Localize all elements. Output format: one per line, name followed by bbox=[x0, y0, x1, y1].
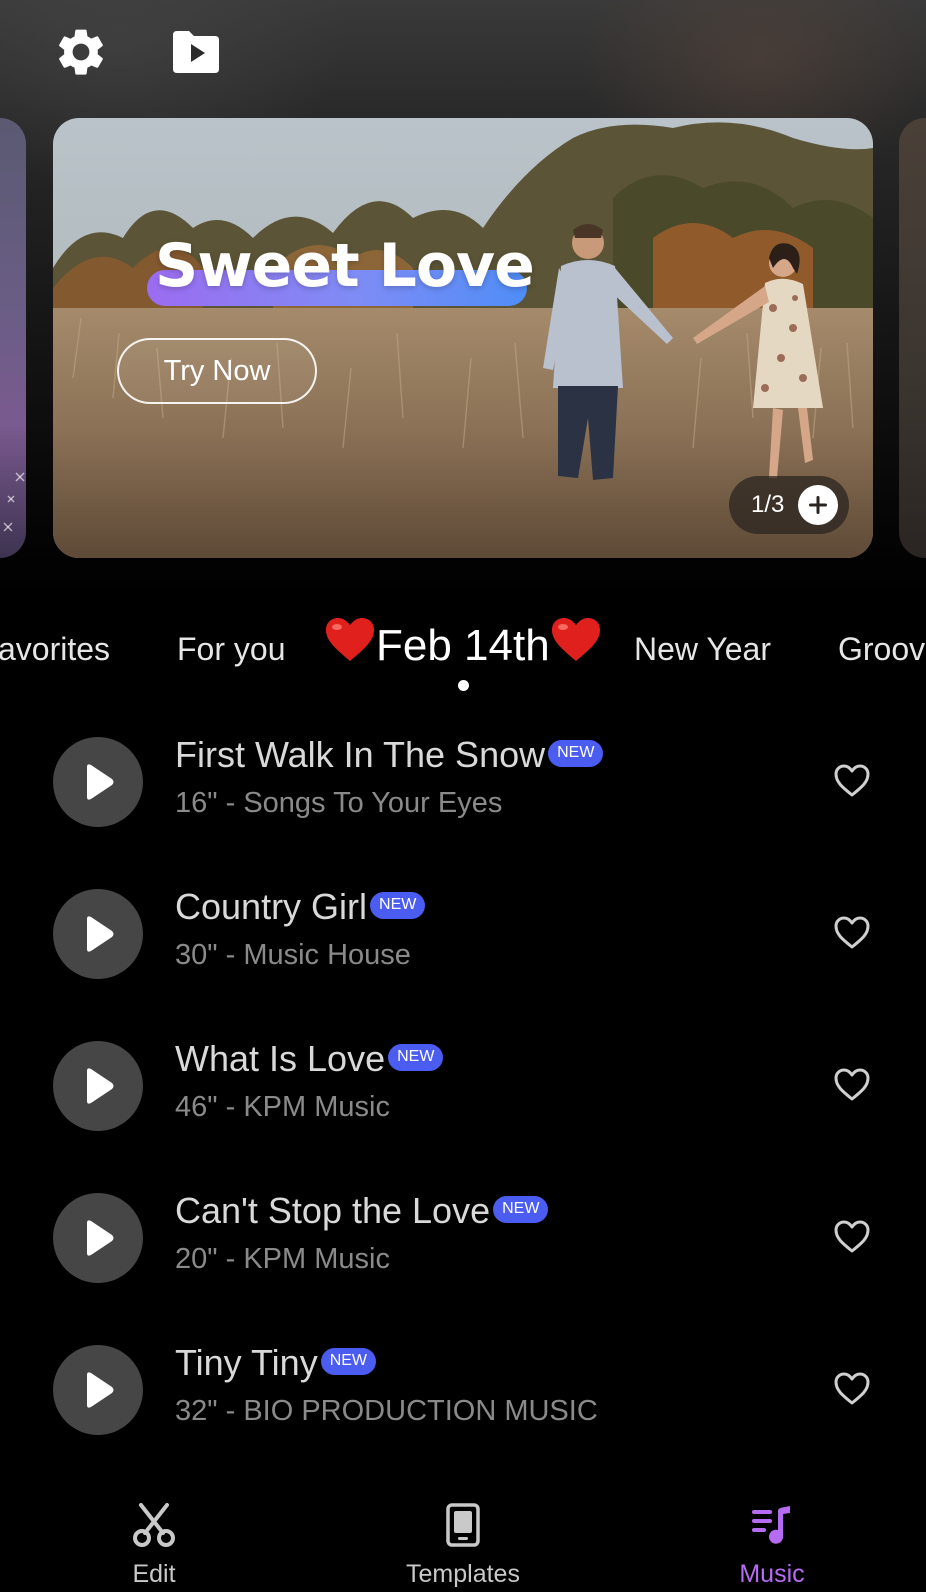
scissors-icon bbox=[129, 1500, 179, 1550]
play-button[interactable] bbox=[53, 889, 143, 979]
nav-templates[interactable]: Templates bbox=[363, 1470, 563, 1592]
new-badge: NEW bbox=[493, 1195, 549, 1223]
play-icon bbox=[87, 1068, 114, 1104]
heart-outline-icon bbox=[834, 1372, 870, 1405]
nav-templates-label: Templates bbox=[406, 1560, 520, 1588]
banner-title-group: Sweet Love bbox=[147, 226, 535, 316]
track-meta: 30" - Music House bbox=[175, 939, 411, 971]
red-heart-icon bbox=[550, 617, 602, 674]
music-note-icon bbox=[747, 1500, 797, 1550]
track-title: What Is Love bbox=[175, 1038, 386, 1079]
play-icon bbox=[87, 1220, 114, 1256]
track-meta: 32" - BIO PRODUCTION MUSIC bbox=[175, 1395, 598, 1427]
carousel-prev-card[interactable] bbox=[0, 118, 26, 558]
track-title-row: First Walk In The Snow NEW bbox=[175, 733, 604, 777]
nav-edit[interactable]: Edit bbox=[54, 1470, 254, 1592]
play-button[interactable] bbox=[53, 1041, 143, 1131]
track-title: Tiny Tiny bbox=[175, 1342, 318, 1383]
nav-music[interactable]: Music bbox=[672, 1470, 872, 1592]
play-icon bbox=[87, 916, 114, 952]
gear-icon bbox=[59, 29, 103, 75]
page-count: 1/3 bbox=[751, 491, 785, 518]
settings-button[interactable] bbox=[53, 24, 109, 80]
track-row[interactable]: Country Girl NEW 30" - Music House bbox=[0, 885, 926, 985]
tab-favorites[interactable]: avorites bbox=[0, 631, 110, 668]
track-title: First Walk In The Snow bbox=[175, 734, 546, 775]
heart-outline-icon bbox=[834, 916, 870, 949]
projects-button[interactable] bbox=[168, 24, 224, 80]
tab-feb-14th[interactable]: Feb 14th bbox=[324, 617, 602, 674]
sparkle-decoration bbox=[3, 472, 25, 532]
phone-template-icon bbox=[438, 1500, 488, 1550]
track-title-row: What Is Love NEW bbox=[175, 1037, 444, 1081]
carousel-next-card[interactable] bbox=[899, 118, 926, 558]
active-tab-indicator bbox=[458, 680, 469, 691]
play-icon bbox=[87, 764, 114, 800]
play-button[interactable] bbox=[53, 1193, 143, 1283]
banner-title: Sweet Love bbox=[155, 231, 535, 301]
red-heart-icon bbox=[324, 617, 376, 674]
plus-icon bbox=[798, 485, 838, 525]
track-row[interactable]: Can't Stop the Love NEW 20" - KPM Music bbox=[0, 1189, 926, 1289]
tab-new-year[interactable]: New Year bbox=[634, 631, 771, 668]
track-row[interactable]: What Is Love NEW 46" - KPM Music bbox=[0, 1037, 926, 1137]
tab-groovy[interactable]: Groov bbox=[838, 631, 925, 668]
track-meta: 20" - KPM Music bbox=[175, 1243, 390, 1275]
play-icon bbox=[87, 1372, 114, 1408]
new-badge: NEW bbox=[388, 1043, 444, 1071]
video-folder-icon bbox=[173, 31, 219, 73]
favorite-button[interactable] bbox=[828, 909, 876, 957]
track-row[interactable]: First Walk In The Snow NEW 16" - Songs T… bbox=[0, 733, 926, 833]
favorite-button[interactable] bbox=[828, 1213, 876, 1261]
track-title-row: Can't Stop the Love NEW bbox=[175, 1189, 549, 1233]
play-button[interactable] bbox=[53, 737, 143, 827]
try-now-button[interactable]: Try Now bbox=[117, 338, 317, 404]
banner-page-indicator[interactable]: 1/3 bbox=[729, 476, 849, 534]
track-meta: 46" - KPM Music bbox=[175, 1091, 390, 1123]
tab-for-you[interactable]: For you bbox=[177, 631, 285, 668]
track-title-row: Tiny Tiny NEW bbox=[175, 1341, 377, 1385]
new-badge: NEW bbox=[320, 1347, 377, 1375]
play-button[interactable] bbox=[53, 1345, 143, 1435]
track-title-row: Country Girl NEW bbox=[175, 885, 426, 929]
heart-outline-icon bbox=[834, 1068, 870, 1101]
bottom-navigation: Edit Templates Music bbox=[0, 1470, 926, 1592]
nav-edit-label: Edit bbox=[132, 1560, 176, 1588]
favorite-button[interactable] bbox=[828, 757, 876, 805]
tab-feb-14th-label: Feb 14th bbox=[376, 620, 550, 670]
favorite-button[interactable] bbox=[828, 1061, 876, 1109]
heart-outline-icon bbox=[834, 1220, 870, 1253]
track-title: Country Girl bbox=[175, 886, 368, 927]
track-title: Can't Stop the Love bbox=[175, 1190, 491, 1231]
track-meta: 16" - Songs To Your Eyes bbox=[175, 787, 503, 819]
favorite-button[interactable] bbox=[828, 1365, 876, 1413]
nav-music-label: Music bbox=[739, 1560, 805, 1588]
track-row[interactable]: Tiny Tiny NEW 32" - BIO PRODUCTION MUSIC bbox=[0, 1341, 926, 1441]
heart-outline-icon bbox=[834, 764, 870, 797]
featured-banner[interactable]: Sweet Love Try Now 1/3 bbox=[53, 118, 873, 558]
new-badge: NEW bbox=[370, 891, 426, 919]
new-badge: NEW bbox=[548, 739, 604, 767]
